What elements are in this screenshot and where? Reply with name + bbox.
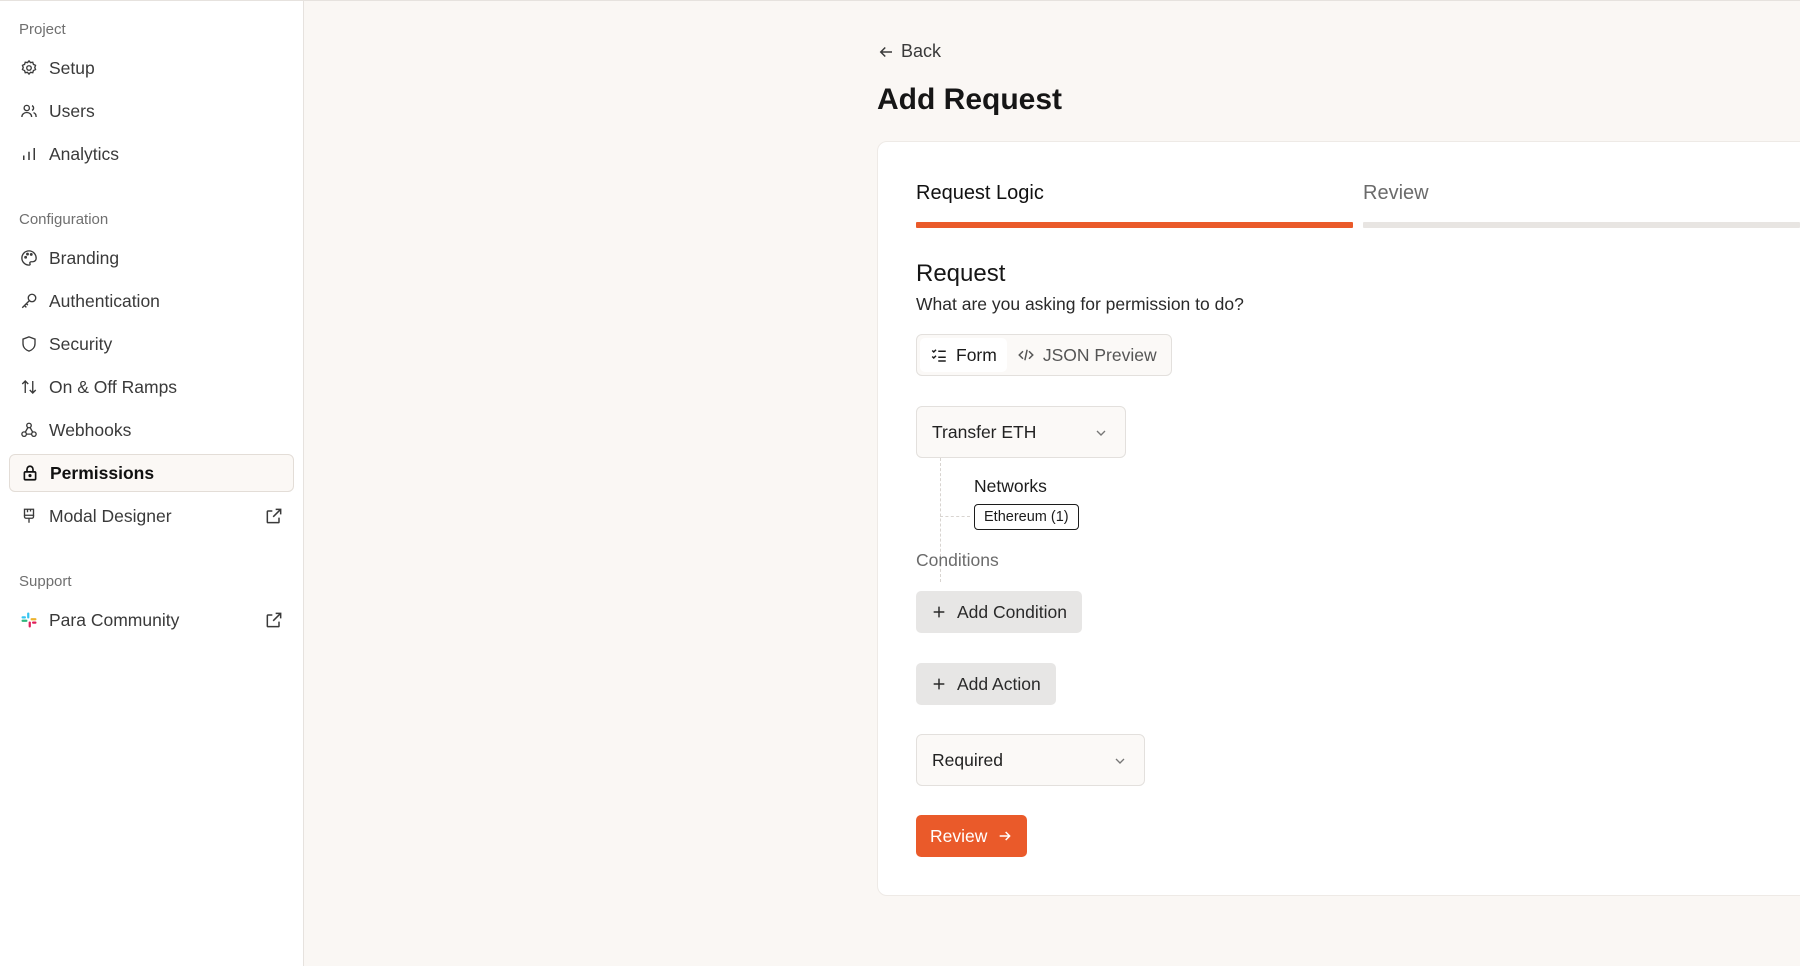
sidebar-item-label: Para Community bbox=[49, 609, 180, 630]
review-button[interactable]: Review bbox=[916, 815, 1028, 857]
step-review[interactable]: Review bbox=[1363, 182, 1429, 205]
arrow-right-icon bbox=[1000, 831, 1012, 841]
add-condition-button[interactable]: Add Condition bbox=[916, 591, 1082, 633]
sidebar-item-label: Webhooks bbox=[49, 419, 132, 440]
sidebar-item-label: Permissions bbox=[50, 462, 155, 483]
checklist-icon bbox=[931, 349, 946, 362]
requirement-select[interactable]: Required bbox=[916, 734, 1145, 786]
sidebar-item-modal-designer[interactable]: Modal Designer bbox=[9, 497, 294, 535]
chevron-down-icon bbox=[1096, 430, 1106, 436]
palette-icon bbox=[19, 248, 39, 268]
step-progress-active bbox=[916, 222, 1353, 228]
json-preview-tab[interactable]: JSON Preview bbox=[1007, 338, 1167, 372]
sidebar-item-label: Branding bbox=[49, 247, 120, 268]
code-icon bbox=[1018, 349, 1034, 361]
external-link-icon bbox=[264, 610, 284, 630]
plus-icon bbox=[933, 678, 945, 690]
brush-icon bbox=[19, 506, 39, 526]
bar-chart-icon bbox=[19, 144, 39, 164]
action-select[interactable]: Transfer ETH bbox=[916, 406, 1126, 458]
arrows-up-down-icon bbox=[19, 377, 39, 397]
sidebar-item-label: On & Off Ramps bbox=[49, 376, 178, 397]
page-title: Add Request bbox=[877, 83, 1063, 116]
action-select-value: Transfer ETH bbox=[932, 421, 1037, 442]
sidebar-item-para-community[interactable]: Para Community bbox=[9, 601, 294, 639]
step-request-logic[interactable]: Request Logic bbox=[916, 182, 1044, 205]
form-tab[interactable]: Form bbox=[920, 338, 1007, 372]
sidebar-item-on-off-ramps[interactable]: On & Off Ramps bbox=[9, 368, 294, 406]
back-label: Back bbox=[901, 41, 942, 61]
sidebar-item-label: Analytics bbox=[49, 143, 120, 164]
networks-label: Networks bbox=[974, 476, 1047, 496]
sidebar-item-authentication[interactable]: Authentication bbox=[9, 282, 294, 320]
key-icon bbox=[19, 291, 39, 311]
section-label-project: Project bbox=[19, 21, 66, 38]
add-action-label: Add Action bbox=[957, 673, 1041, 694]
plus-icon bbox=[933, 606, 945, 618]
external-link-icon bbox=[264, 506, 284, 526]
slack-icon bbox=[19, 610, 39, 630]
add-action-button[interactable]: Add Action bbox=[916, 663, 1056, 705]
gear-icon bbox=[19, 58, 39, 78]
chevron-down-icon bbox=[1115, 758, 1125, 764]
sidebar-item-webhooks[interactable]: Webhooks bbox=[9, 411, 294, 449]
json-preview-tab-label: JSON Preview bbox=[1042, 344, 1157, 365]
review-button-label: Review bbox=[930, 825, 988, 846]
form-tab-label: Form bbox=[956, 344, 997, 365]
main-content: Back Add Request Request Logic Review Re… bbox=[305, 1, 1800, 966]
sidebar-item-analytics[interactable]: Analytics bbox=[9, 135, 294, 173]
tree-connector bbox=[940, 516, 970, 517]
sidebar-item-label: Security bbox=[49, 333, 113, 354]
sidebar-item-users[interactable]: Users bbox=[9, 92, 294, 130]
sidebar-item-label: Authentication bbox=[49, 290, 160, 311]
request-title: Request bbox=[916, 260, 1006, 287]
webhook-icon bbox=[19, 420, 39, 440]
sidebar-item-label: Users bbox=[49, 100, 95, 121]
lock-icon bbox=[20, 463, 40, 483]
sidebar-item-label: Setup bbox=[49, 57, 95, 78]
add-condition-label: Add Condition bbox=[957, 601, 1067, 622]
view-toggle: Form JSON Preview bbox=[916, 334, 1172, 376]
users-icon bbox=[19, 101, 39, 121]
sidebar: Project Setup Users Analytics Configurat… bbox=[0, 1, 304, 966]
request-card: Request Logic Review Request What are yo… bbox=[877, 141, 1800, 896]
sidebar-item-label: Modal Designer bbox=[49, 505, 172, 526]
request-subtitle: What are you asking for permission to do… bbox=[916, 294, 1244, 314]
arrow-left-icon bbox=[879, 46, 892, 57]
section-label-configuration: Configuration bbox=[19, 211, 109, 228]
network-chip[interactable]: Ethereum (1) bbox=[974, 504, 1079, 530]
step-progress-inactive bbox=[1363, 222, 1800, 228]
sidebar-item-setup[interactable]: Setup bbox=[9, 49, 294, 87]
sidebar-item-permissions[interactable]: Permissions bbox=[9, 454, 294, 492]
section-label-support: Support bbox=[19, 573, 72, 590]
back-link[interactable]: Back bbox=[877, 41, 941, 62]
sidebar-item-branding[interactable]: Branding bbox=[9, 239, 294, 277]
conditions-label: Conditions bbox=[916, 550, 999, 570]
sidebar-item-security[interactable]: Security bbox=[9, 325, 294, 363]
requirement-select-value: Required bbox=[932, 749, 1004, 770]
shield-icon bbox=[19, 334, 39, 354]
